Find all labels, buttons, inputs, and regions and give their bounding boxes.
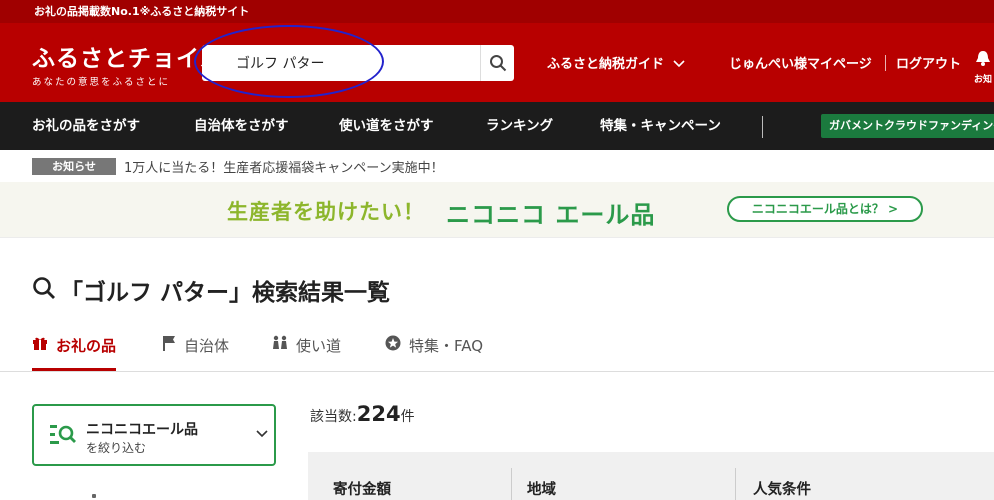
filter-subtitle: を絞り込む — [86, 441, 147, 455]
logo-main-text: ふるさとチョイス — [32, 45, 224, 72]
banner-info-button[interactable]: ニコニコエール品とは？ > — [727, 196, 923, 222]
tab-usage-label: 使い道 — [296, 337, 342, 355]
notification-shortcut[interactable]: お知 — [974, 49, 994, 93]
nav-item-ranking[interactable]: ランキング — [486, 102, 553, 150]
count-suffix: 件 — [400, 409, 415, 425]
search-box — [202, 45, 514, 81]
logo-tagline: あなたの意思をふるさとに — [32, 77, 171, 88]
banner-lead: 生産者を助けたい！ — [227, 200, 425, 224]
nav-item-gifts[interactable]: お礼の品をさがす — [32, 102, 140, 150]
flag-icon — [163, 336, 175, 351]
mypage-link[interactable]: じゅんぺい様マイページ — [729, 53, 872, 72]
chevron-down-icon — [672, 60, 685, 68]
tab-municipalities[interactable]: 自治体 — [162, 335, 229, 371]
logout-link[interactable]: ログアウト — [896, 53, 961, 72]
site-header: ふるさとチョイス あなたの意思をふるさとに ふるさと納税ガイド じゅんぺい様マイ… — [0, 23, 994, 102]
top-announcement-bar: お礼の品掲載数No.1※ふるさと納税サイト — [0, 0, 994, 23]
search-button[interactable] — [480, 45, 514, 81]
filter-column-amount[interactable]: 寄付金額 — [333, 478, 391, 499]
tab-usage[interactable]: 使い道 — [272, 335, 341, 371]
filter-column-region[interactable]: 地域 — [527, 478, 556, 499]
search-icon — [489, 55, 506, 72]
tab-gifts-label: お礼の品 — [56, 337, 117, 355]
count-prefix: 該当数: — [310, 409, 357, 425]
main-nav: お礼の品をさがす 自治体をさがす 使い道をさがす ランキング 特集・キャンペーン… — [0, 102, 994, 150]
gift-icon — [33, 337, 47, 350]
nav-divider — [762, 116, 763, 138]
filter-header-bar — [308, 452, 994, 500]
nikoniko-filter-toggle[interactable]: ニコニコエール品 を絞り込む — [32, 404, 276, 466]
tab-gifts[interactable]: お礼の品 — [32, 335, 117, 371]
star-badge-icon — [385, 335, 401, 351]
bullet-marker — [92, 494, 96, 498]
nav-item-campaigns[interactable]: 特集・キャンペーン — [600, 102, 721, 150]
column-divider — [511, 468, 512, 500]
site-logo[interactable]: ふるさとチョイス あなたの意思をふるさとに — [32, 39, 223, 88]
count-value: 224 — [356, 402, 401, 426]
header-divider — [885, 55, 886, 71]
tab-features-faq[interactable]: 特集・FAQ — [385, 335, 483, 371]
nav-item-usage[interactable]: 使い道をさがす — [339, 102, 434, 150]
furusato-guide-link[interactable]: ふるさと納税ガイド — [547, 53, 685, 72]
nav-item-municipalities[interactable]: 自治体をさがす — [194, 102, 289, 150]
notification-label: お知 — [974, 75, 993, 85]
tabs-divider — [0, 371, 994, 372]
chevron-down-icon — [256, 430, 268, 438]
search-input[interactable] — [202, 45, 480, 81]
bell-icon — [976, 51, 990, 66]
result-count: 該当数:224件 — [310, 402, 415, 426]
guide-label: ふるさと納税ガイド — [547, 57, 665, 72]
column-divider — [735, 468, 736, 500]
government-crowdfunding-button[interactable]: ガバメントクラウドファンディング — [821, 114, 994, 138]
filter-column-popularity[interactable]: 人気条件 — [753, 478, 811, 499]
top-bar-text: お礼の品掲載数No.1※ふるさと納税サイト — [34, 5, 250, 18]
tab-municipalities-label: 自治体 — [184, 337, 230, 355]
filter-search-icon — [50, 425, 76, 444]
banner-title: ニコニコ エール品 — [446, 201, 656, 229]
notice-badge: お知らせ — [32, 158, 116, 175]
page-title: 「ゴルフ パター」検索結果一覧 — [60, 280, 391, 306]
notice-link[interactable]: 1万人に当たる！生産者応援福袋キャンペーン実施中！ — [124, 157, 444, 176]
people-icon — [273, 335, 287, 349]
search-icon — [33, 277, 55, 299]
filter-title: ニコニコエール品 — [86, 422, 198, 438]
tab-features-faq-label: 特集・FAQ — [409, 337, 484, 355]
